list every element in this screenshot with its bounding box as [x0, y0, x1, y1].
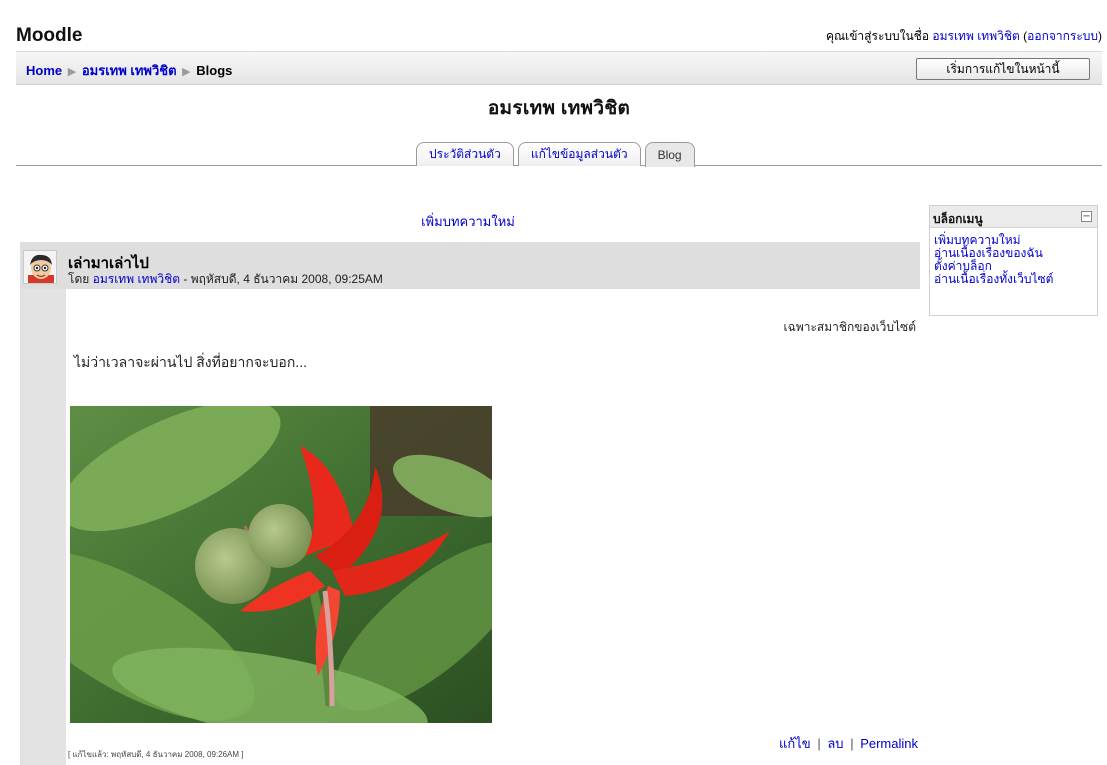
profile-tabs: ประวัติส่วนตัว แก้ไขข้อมูลส่วนตัว Blog	[416, 142, 695, 167]
menu-my-posts[interactable]: อ่านเนื้องเรื่องของฉัน	[934, 246, 1043, 260]
tab-edit-profile[interactable]: แก้ไขข้อมูลส่วนตัว	[517, 142, 641, 166]
breadcrumb-separator-icon: ▶	[67, 66, 77, 78]
blog-menu-title: บล็อกเมนู	[933, 212, 983, 226]
breadcrumb-user[interactable]: อมรเทพ เทพวิชิต	[82, 63, 177, 78]
login-user-link[interactable]: อมรเทพ เทพวิชิต	[932, 29, 1019, 43]
last-edited: [ แก้ไขแล้ว: พฤหัสบดี, 4 ธันวาคม 2008, 0…	[68, 750, 244, 759]
tab-profile[interactable]: ประวัติส่วนตัว	[416, 142, 514, 166]
blog-post: เล่ามาเล่าไป โดย อมรเทพ เทพวิชิต - พฤหัส…	[20, 242, 920, 765]
collapse-icon[interactable]: −	[1081, 211, 1092, 222]
post-actions: แก้ไข | ลบ | Permalink	[779, 733, 918, 754]
menu-blog-settings[interactable]: ตั้งค่าบล็อก	[934, 259, 992, 273]
post-by-label: โดย	[68, 272, 90, 286]
delete-post-link[interactable]: ลบ	[827, 736, 843, 751]
post-visibility: เฉพาะสมาชิกของเว็บไซต์	[783, 320, 916, 334]
site-header: Moodle คุณเข้าสู่ระบบในชื่อ อมรเทพ เทพวิ…	[16, 25, 1102, 49]
post-header: เล่ามาเล่าไป โดย อมรเทพ เทพวิชิต - พฤหัส…	[20, 242, 920, 289]
breadcrumb-home[interactable]: Home	[26, 63, 62, 78]
breadcrumb-separator-icon: ▶	[182, 66, 191, 78]
breadcrumb: Home ▶ อมรเทพ เทพวิชิต ▶ Blogs	[26, 60, 232, 81]
menu-site-posts[interactable]: อ่านเนื้อเรื่องทั้งเว็บไซต์	[934, 272, 1053, 286]
breadcrumb-current: Blogs	[196, 63, 233, 78]
post-image	[70, 406, 492, 723]
menu-add-post[interactable]: เพิ่มบทความใหม่	[934, 233, 1021, 247]
login-prefix: คุณเข้าสู่ระบบในชื่อ	[825, 29, 930, 43]
blog-menu-list: เพิ่มบทความใหม่ อ่านเนื้องเรื่องของฉัน ต…	[930, 228, 1097, 286]
permalink-link[interactable]: Permalink	[860, 736, 918, 751]
tab-blog[interactable]: Blog	[644, 142, 695, 167]
post-left-gutter	[20, 242, 66, 765]
action-separator: |	[850, 736, 854, 751]
blog-menu-header: บล็อกเมนู −	[930, 206, 1097, 228]
edit-post-link[interactable]: แก้ไข	[779, 736, 811, 751]
page-title: อมรเทพ เทพวิชิต	[487, 98, 631, 119]
add-post-link[interactable]: เพิ่มบทความใหม่	[16, 211, 920, 232]
login-info: คุณเข้าสู่ระบบในชื่อ อมรเทพ เทพวิชิต (ออ…	[825, 29, 1102, 43]
blog-menu-block: บล็อกเมนู − เพิ่มบทความใหม่ อ่านเนื้องเร…	[929, 205, 1098, 316]
post-author-link[interactable]: อมรเทพ เทพวิชิต	[93, 272, 180, 286]
action-separator: |	[817, 736, 821, 751]
navbar: Home ▶ อมรเทพ เทพวิชิต ▶ Blogs เริ่มการแ…	[16, 51, 1102, 85]
post-date: - พฤหัสบดี, 4 ธันวาคม 2008, 09:25AM	[183, 272, 383, 286]
site-logo[interactable]: Moodle	[16, 25, 83, 47]
edit-page-button[interactable]: เริ่มการแก้ไขในหน้านี้	[916, 58, 1090, 80]
cartoon-avatar-icon[interactable]	[23, 250, 57, 284]
logout-link[interactable]: ออกจากระบบ	[1027, 29, 1098, 43]
post-body: ไม่ว่าเวลาจะผ่านไป สิ่งที่อยากจะบอก...	[74, 354, 307, 370]
post-meta: โดย อมรเทพ เทพวิชิต - พฤหัสบดี, 4 ธันวาค…	[68, 270, 383, 289]
